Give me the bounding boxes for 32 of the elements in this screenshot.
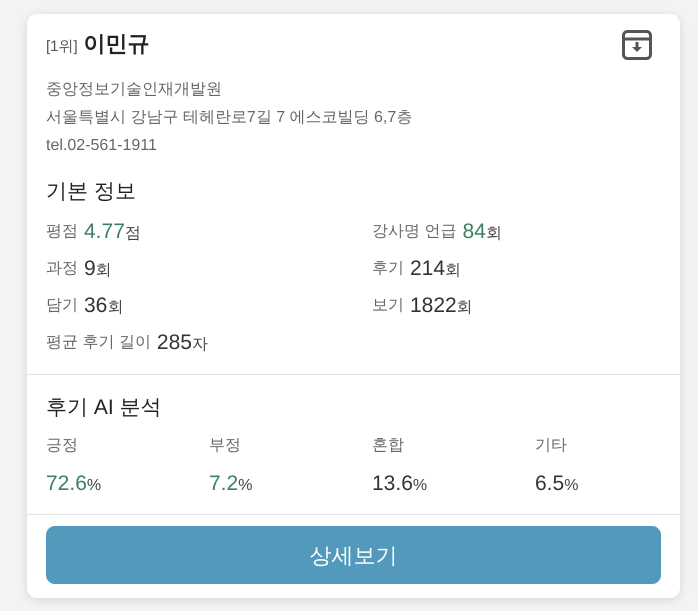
sentiment-percentage: 6.5% bbox=[535, 471, 578, 497]
stat-label: 강사명 언급 bbox=[372, 222, 456, 242]
detail-button[interactable]: 상세보기 bbox=[46, 526, 661, 584]
stat-label: 과정 bbox=[46, 258, 78, 278]
stat-value: 285자 bbox=[156, 330, 208, 356]
stat-value: 84회 bbox=[462, 218, 502, 245]
section-heading: 기본 정보 bbox=[46, 179, 136, 205]
rank-label: [1위] bbox=[46, 36, 78, 57]
sentiment-label: 혼합 bbox=[372, 436, 404, 456]
archive-button[interactable] bbox=[622, 30, 652, 60]
stat-label: 평점 bbox=[46, 222, 78, 242]
stat-value: 4.77점 bbox=[84, 218, 141, 245]
stat-value: 36회 bbox=[84, 292, 124, 319]
instructor-name: 이민규 bbox=[84, 32, 150, 56]
stat-label: 담기 bbox=[46, 296, 78, 316]
archive-download-icon bbox=[622, 30, 652, 60]
stat-label: 후기 bbox=[372, 258, 404, 278]
stat-label: 평균 후기 길이 bbox=[46, 332, 151, 352]
sentiment-label: 긍정 bbox=[46, 436, 78, 456]
stat-value: 1822회 bbox=[410, 292, 473, 319]
sentiment-percentage: 13.6% bbox=[372, 471, 428, 497]
stat-value: 214회 bbox=[410, 256, 462, 282]
address-line: tel.02-561-1911 bbox=[46, 136, 157, 156]
stat-label: 보기 bbox=[372, 296, 404, 316]
sentiment-label: 부정 bbox=[209, 436, 241, 456]
stat-value: 9회 bbox=[84, 256, 112, 282]
section-heading: 후기 AI 분석 bbox=[46, 395, 162, 421]
sentiment-label: 기타 bbox=[535, 436, 567, 456]
address-line: 서울특별시 강남구 테헤란로7길 7 에스코빌딩 6,7층 bbox=[46, 108, 412, 128]
sentiment-percentage: 72.6% bbox=[46, 471, 102, 497]
address-line: 중앙정보기술인재개발원 bbox=[46, 80, 222, 100]
sentiment-percentage: 7.2% bbox=[209, 471, 252, 497]
